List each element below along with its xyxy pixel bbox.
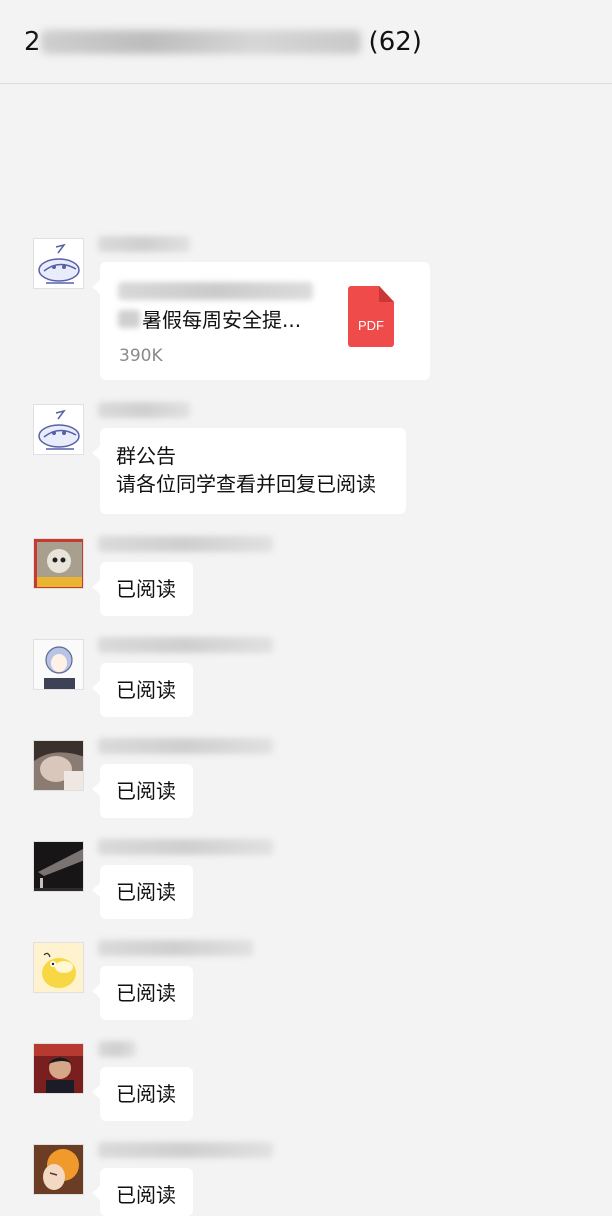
message-bubble[interactable]: 已阅读 (92, 966, 193, 1020)
file-name: 暑假每周安全提... (142, 308, 302, 332)
message-text: 已阅读 (116, 1082, 176, 1106)
sender-name (98, 536, 273, 552)
sender-name (98, 839, 273, 855)
avatar[interactable] (33, 841, 84, 892)
sender-name (98, 402, 190, 418)
file-name-blurred (118, 282, 313, 300)
message-text: 已阅读 (116, 1183, 176, 1207)
file-name-blurred (118, 310, 140, 328)
chat-title-blurred (40, 29, 361, 54)
sender-name (98, 738, 273, 754)
sender-name (98, 1142, 273, 1158)
message-text: 已阅读 (116, 880, 176, 904)
avatar[interactable] (33, 942, 84, 993)
message-bubble[interactable]: 已阅读 (92, 1067, 193, 1121)
avatar[interactable] (33, 238, 84, 289)
chat-title: 2 (62) (24, 27, 422, 57)
message-bubble[interactable]: 已阅读 (92, 865, 193, 919)
message-bubble[interactable]: 已阅读 (92, 1168, 193, 1216)
message-bubble[interactable]: 已阅读 (92, 764, 193, 818)
avatar[interactable] (33, 740, 84, 791)
anime-avatar-icon (34, 640, 83, 689)
message-bubble[interactable]: 已阅读 (92, 663, 193, 717)
avatar[interactable] (33, 639, 84, 690)
message-text: 已阅读 (116, 981, 176, 1005)
duck-avatar-icon (34, 943, 83, 992)
photo-avatar-icon (34, 1145, 83, 1194)
chat-header: 2 (62) (0, 0, 612, 84)
sender-name (98, 1041, 136, 1057)
sender-name (98, 940, 253, 956)
avatar[interactable] (33, 404, 84, 455)
cartoon-avatar-icon (34, 405, 83, 454)
avatar[interactable] (33, 1144, 84, 1195)
notice-body: 请各位同学查看并回复已阅读 (116, 472, 376, 496)
member-count: (62) (368, 26, 422, 57)
photo-avatar-icon (34, 741, 83, 790)
file-size: 390K (119, 346, 163, 366)
chat-title-prefix: 2 (24, 26, 41, 57)
message-text: 已阅读 (116, 577, 176, 601)
sender-name (98, 236, 190, 252)
avatar[interactable] (33, 538, 84, 589)
cartoon-avatar-icon (34, 239, 83, 288)
dark-photo-avatar-icon (34, 842, 83, 891)
notice-bubble[interactable]: 群公告 请各位同学查看并回复已阅读 (92, 428, 406, 514)
notice-title: 群公告 (116, 444, 176, 468)
message-text: 已阅读 (116, 678, 176, 702)
message-text: 已阅读 (116, 779, 176, 803)
sheep-avatar-icon (34, 539, 83, 588)
sender-name (98, 637, 273, 653)
photo-avatar-icon (34, 1044, 83, 1093)
file-message-card[interactable]: 暑假每周安全提... 390K PDF (92, 262, 430, 380)
message-bubble[interactable]: 已阅读 (92, 562, 193, 616)
pdf-label: PDF (358, 318, 384, 333)
avatar[interactable] (33, 1043, 84, 1094)
